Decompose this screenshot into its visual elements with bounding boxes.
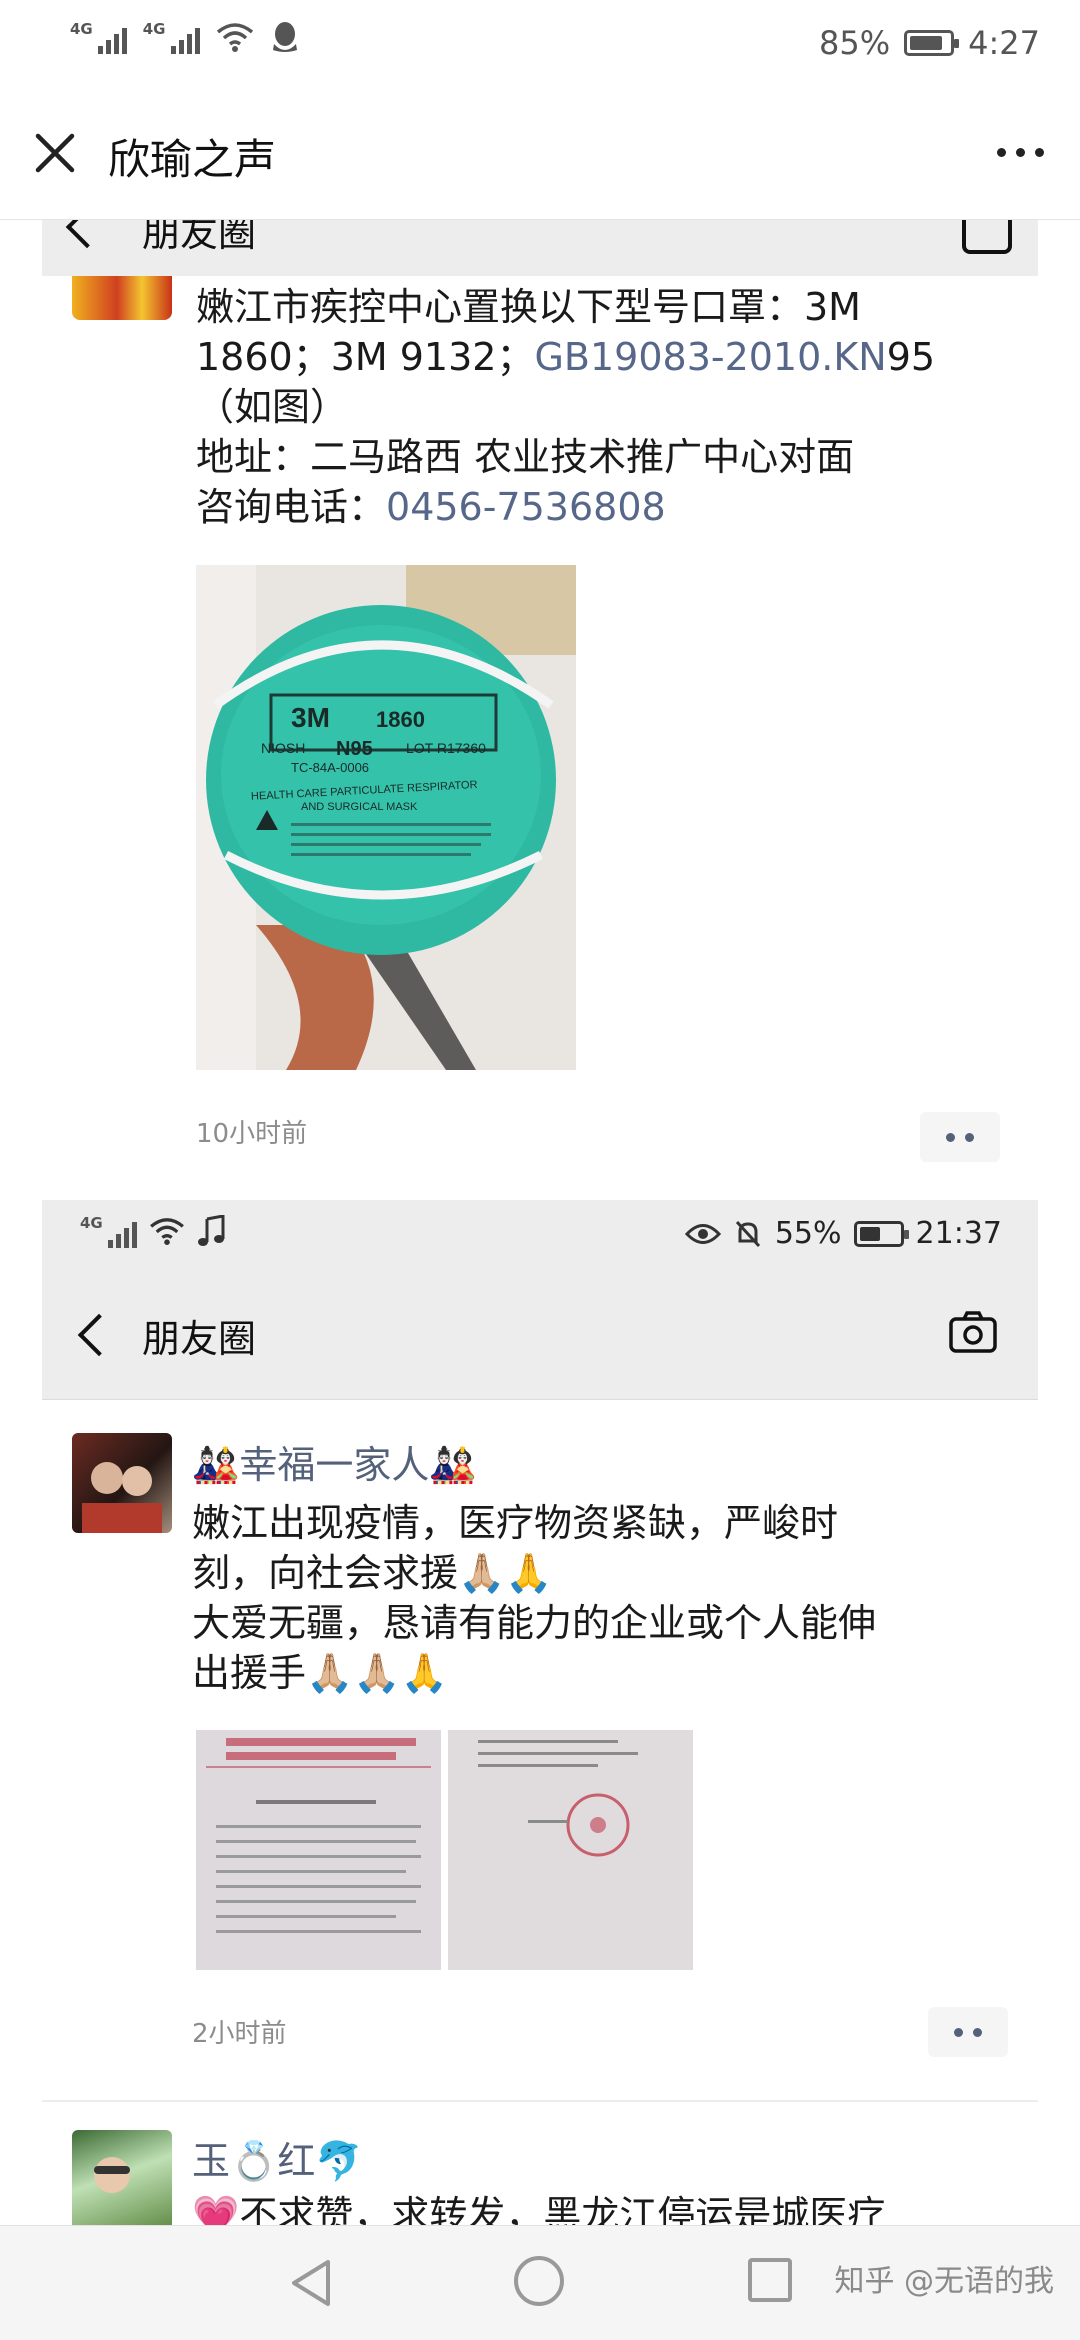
post-line: 嫩江市疾控中心置换以下型号口罩：3M [196, 285, 861, 329]
mute-bell-icon [735, 1220, 760, 1247]
back-arrow-icon [65, 220, 109, 249]
camera-icon [962, 220, 1012, 254]
moments-nav-bar: 朋友圈 [42, 220, 1038, 276]
battery-percent: 55% [774, 1216, 842, 1251]
post-line: 出援手🙏🏼🙏🏼🙏 [192, 1651, 448, 1695]
mask-niosh: NIOSH [261, 740, 305, 756]
post-timestamp: 10小时前 [196, 1119, 308, 1149]
network-type: 4G [70, 20, 93, 38]
signal-icon: 4G [70, 20, 127, 54]
recents-nav-icon[interactable] [748, 2258, 792, 2302]
mask-approval: TC-84A-0006 [291, 760, 369, 775]
moments-title: 朋友圈 [142, 1317, 257, 1361]
screenshot-post-2: 4G 55% 21:37 朋友圈 🎎幸福一家人🎎 嫩江出现疫情，医疗物资紧缺，严… [42, 1200, 1038, 2225]
signal-icon: 4G [80, 1214, 137, 1248]
inner-status-right: 55% 21:37 [684, 1216, 1002, 1251]
mask-lot: LOT R17360 [406, 740, 486, 756]
mask-model: 1860 [376, 707, 425, 732]
status-left: 4G 4G [70, 20, 300, 54]
poster-nickname[interactable]: 玉💍红🐬 [192, 2130, 363, 2185]
mask-desc2: AND SURGICAL MASK [301, 801, 418, 813]
post-body: 嫩江出现疫情，医疗物资紧缺，严峻时 刻，向社会求援🙏🏼🙏 大爱无疆，恳请有能力的… [192, 1498, 876, 1698]
post-text-segment: 咨询电话： [196, 485, 387, 529]
camera-icon [949, 1311, 997, 1353]
back-nav-icon[interactable] [288, 2258, 334, 2308]
clock: 21:37 [915, 1216, 1002, 1251]
post-body: 💗不求赞，求转发，黑龙江停运是城医疗 [192, 2190, 885, 2225]
mask-brand: 3M [291, 702, 330, 733]
network-type: 4G [80, 1214, 103, 1232]
wifi-icon [149, 1218, 184, 1245]
mask-illustration: 3M 1860 NIOSH N95 LOT R17360 TC-84A-0006… [196, 565, 576, 1070]
post-text-segment: 95 [886, 335, 936, 379]
post-line: 💗不求赞，求转发，黑龙江停运是城医疗 [192, 2193, 886, 2225]
more-options-icon[interactable] [997, 148, 1044, 157]
post-line: 地址：二马路西 农业技术推广中心对面 [196, 435, 855, 479]
mask-rating: N95 [336, 738, 373, 760]
status-bar: 4G 4G 85% 4:27 [0, 0, 1080, 90]
post-text-segment: 1860；3M 9132； [196, 335, 535, 379]
home-nav-icon[interactable] [514, 2256, 564, 2306]
battery-icon [853, 1220, 909, 1247]
zhihu-watermark: 知乎 @无语的我 [834, 2264, 1054, 2299]
avatar[interactable] [72, 2130, 172, 2225]
inner-status-bar: 4G 55% 21:37 [42, 1200, 1038, 1270]
clock: 4:27 [968, 24, 1040, 62]
post-line: 嫩江出现疫情，医疗物资紧缺，严峻时 [192, 1501, 839, 1545]
article-title: 欣瑜之声 [108, 135, 277, 184]
document-photo[interactable] [196, 1730, 441, 1970]
screenshot-post-1: 朋友圈 嫩江市疾控中心置换以下型号口罩：3M 1860；3M 9132；GB19… [42, 220, 1038, 1200]
moments-nav-bar: 朋友圈 [42, 1270, 1038, 1400]
inner-status-left: 4G [80, 1214, 225, 1248]
standard-link[interactable]: GB19083-2010.KN [534, 335, 886, 379]
post-line: 1860；3M 9132；GB19083-2010.KN95 [196, 332, 935, 382]
close-icon[interactable] [30, 128, 80, 178]
mask-photo[interactable]: 3M 1860 NIOSH N95 LOT R17360 TC-84A-0006… [196, 565, 576, 1070]
post-line: 刻，向社会求援🙏🏼🙏 [192, 1551, 553, 1595]
music-note-icon [197, 1215, 225, 1246]
post-timestamp: 2小时前 [192, 2019, 287, 2049]
status-right: 85% 4:27 [819, 24, 1040, 62]
post-line: 大爱无疆，恳请有能力的企业或个人能伸 [192, 1601, 877, 1645]
moments-title: 朋友圈 [142, 220, 257, 255]
network-type: 4G [142, 20, 166, 38]
battery-icon [904, 30, 960, 56]
article-header: 欣瑜之声 [0, 90, 1080, 220]
phone-number-link[interactable]: 0456-7536808 [386, 485, 666, 529]
qq-penguin-icon [272, 22, 297, 52]
back-arrow-icon [77, 1313, 121, 1357]
post-actions-button[interactable] [920, 1112, 1000, 1162]
post-line: （如图） [196, 385, 349, 429]
post-body: 嫩江市疾控中心置换以下型号口罩：3M 1860；3M 9132；GB19083-… [196, 282, 935, 532]
poster-nickname[interactable]: 🎎幸福一家人🎎 [192, 1434, 477, 1489]
post-line: 咨询电话：0456-7536808 [196, 482, 935, 532]
signal-icon: 4G [143, 20, 200, 54]
avatar [72, 276, 172, 320]
post-actions-button[interactable] [928, 2007, 1008, 2057]
document-photo[interactable] [448, 1730, 693, 1970]
wifi-icon [216, 23, 253, 52]
divider [42, 2100, 1038, 2102]
avatar[interactable] [72, 1433, 172, 1533]
battery-percent: 85% [819, 24, 891, 62]
eye-icon [684, 1223, 721, 1244]
